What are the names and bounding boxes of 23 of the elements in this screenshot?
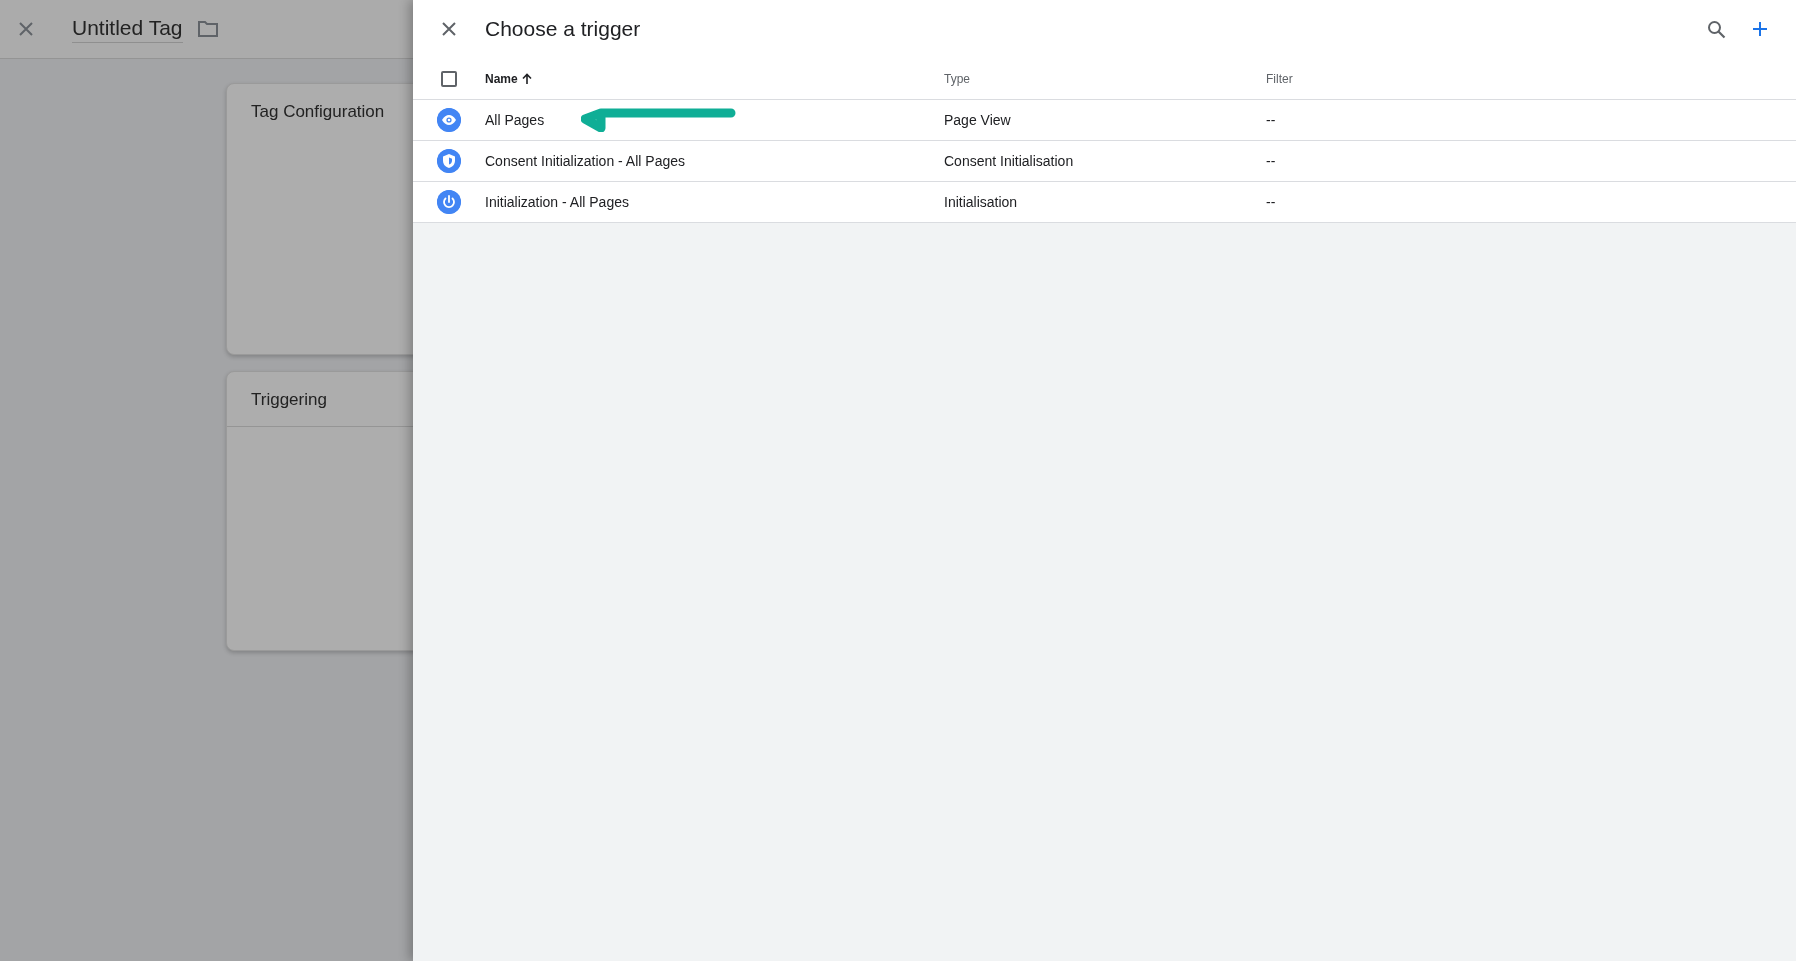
close-icon[interactable] — [441, 21, 457, 37]
trigger-filter: -- — [1266, 194, 1276, 210]
trigger-type: Consent Initialisation — [944, 153, 1074, 169]
column-header[interactable]: Type — [944, 71, 970, 86]
trigger-name[interactable]: Initialization - All Pages — [485, 194, 629, 210]
panel-title: Choose a trigger — [485, 17, 642, 41]
folder-icon[interactable] — [196, 20, 219, 38]
close-icon[interactable] — [18, 21, 34, 37]
add-icon[interactable] — [1752, 21, 1768, 37]
tag-title[interactable]: Untitled Tag — [72, 15, 183, 43]
card-title: Triggering — [251, 390, 327, 410]
search-icon[interactable] — [1707, 19, 1726, 39]
trigger-filter: -- — [1266, 153, 1276, 169]
trigger-name[interactable]: Consent Initialization - All Pages — [485, 153, 685, 169]
trigger-type: Page View — [944, 112, 1011, 128]
column-header[interactable]: Filter — [1266, 71, 1293, 86]
sort-arrow-icon[interactable] — [521, 72, 532, 85]
trigger-type: Initialisation — [944, 194, 1018, 210]
column-header[interactable]: Name — [485, 71, 518, 86]
trigger-name[interactable]: All Pages — [485, 112, 545, 128]
select-all-checkbox[interactable] — [441, 70, 457, 87]
trigger-filter: -- — [1266, 112, 1276, 128]
card-title: Tag Configuration — [251, 102, 385, 122]
